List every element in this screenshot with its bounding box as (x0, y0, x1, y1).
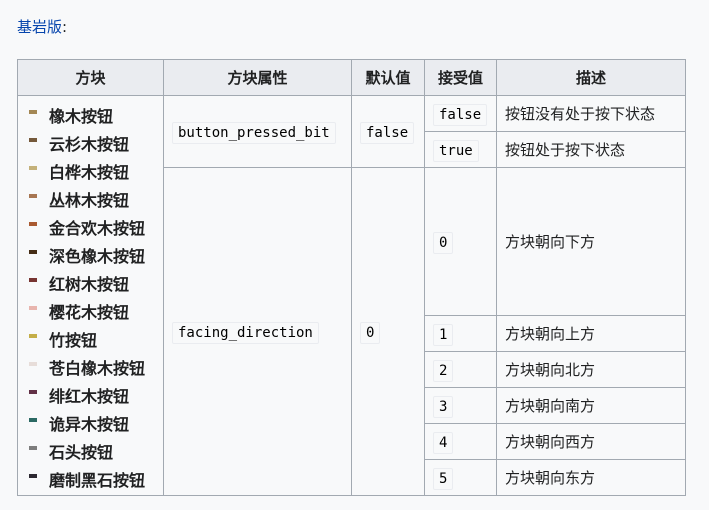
block-name: 红树木按钮 (49, 275, 130, 294)
block-name: 樱花木按钮 (49, 303, 130, 322)
list-item[interactable]: 白桦木按钮 (26, 157, 155, 185)
list-item[interactable]: 丛林木按钮 (26, 185, 155, 213)
block-name: 竹按钮 (49, 331, 98, 350)
cherry-button-icon (29, 306, 37, 310)
header-row: 方块 方块属性 默认值 接受值 描述 (17, 59, 686, 96)
birch-button-icon (29, 166, 37, 170)
default-cell: 0 (351, 167, 425, 496)
list-item[interactable]: 绯红木按钮 (26, 381, 155, 409)
description-cell: 方块朝向北方 (496, 351, 686, 388)
table-row: 橡木按钮 云杉木按钮 白桦木按钮 丛林木按钮 金合欢木按钮 深色橡木按钮 红树木… (17, 95, 686, 496)
value-cell: 2 (424, 351, 497, 388)
accepted-value: 4 (433, 431, 454, 454)
header-property: 方块属性 (163, 59, 352, 96)
block-name: 深色橡木按钮 (49, 247, 146, 266)
edition-heading: 基岩版: (17, 16, 67, 38)
description-cell: 方块朝向南方 (496, 387, 686, 424)
block-name: 白桦木按钮 (49, 163, 130, 182)
block-list-cell: 橡木按钮 云杉木按钮 白桦木按钮 丛林木按钮 金合欢木按钮 深色橡木按钮 红树木… (17, 95, 164, 496)
acacia-button-icon (29, 222, 37, 226)
accepted-value: 2 (433, 359, 454, 382)
dark-oak-button-icon (29, 250, 37, 254)
list-item[interactable]: 金合欢木按钮 (26, 213, 155, 241)
value-cell: 3 (424, 387, 497, 424)
header-description: 描述 (496, 59, 686, 96)
block-states-table: 方块 方块属性 默认值 接受值 描述 橡木按钮 云杉木按钮 白桦木按钮 丛林木按… (17, 59, 686, 496)
value-cell: 1 (424, 315, 497, 352)
block-name: 丛林木按钮 (49, 191, 130, 210)
oak-button-icon (29, 110, 37, 114)
description-cell: 方块朝向上方 (496, 315, 686, 352)
stone-button-icon (29, 446, 37, 450)
list-item[interactable]: 苍白橡木按钮 (26, 353, 155, 381)
list-item[interactable]: 红树木按钮 (26, 269, 155, 297)
block-list: 橡木按钮 云杉木按钮 白桦木按钮 丛林木按钮 金合欢木按钮 深色橡木按钮 红树木… (26, 98, 155, 493)
accepted-value: 3 (433, 395, 454, 418)
property-name: button_pressed_bit (172, 121, 336, 144)
edition-colon: : (62, 18, 68, 36)
spruce-button-icon (29, 138, 37, 142)
edition-link[interactable]: 基岩版 (17, 18, 62, 36)
default-cell: false (351, 95, 425, 168)
accepted-value: true (433, 139, 479, 162)
pale-oak-button-icon (29, 362, 37, 366)
accepted-value: false (433, 103, 488, 126)
list-item[interactable]: 樱花木按钮 (26, 297, 155, 325)
list-item[interactable]: 石头按钮 (26, 437, 155, 465)
block-name: 苍白橡木按钮 (49, 359, 146, 378)
block-name: 诡异木按钮 (49, 415, 130, 434)
value-cell: 0 (424, 167, 497, 316)
description-cell: 方块朝向东方 (496, 459, 686, 496)
value-cell: false (424, 95, 497, 132)
default-value: 0 (360, 321, 381, 344)
accepted-value: 1 (433, 323, 454, 346)
property-name: facing_direction (172, 321, 319, 344)
list-item[interactable]: 橡木按钮 (26, 101, 155, 129)
property-cell: facing_direction (163, 167, 352, 496)
block-name: 云杉木按钮 (49, 135, 130, 154)
block-name: 石头按钮 (49, 443, 114, 462)
mangrove-button-icon (29, 278, 37, 282)
accepted-value: 0 (433, 231, 454, 254)
description-cell: 按钮没有处于按下状态 (496, 95, 686, 132)
block-name: 橡木按钮 (49, 107, 114, 126)
property-cell: button_pressed_bit (163, 95, 352, 168)
header-block: 方块 (17, 59, 164, 96)
header-accepted: 接受值 (424, 59, 497, 96)
list-item[interactable]: 深色橡木按钮 (26, 241, 155, 269)
bamboo-button-icon (29, 334, 37, 338)
value-cell: 4 (424, 423, 497, 460)
description-cell: 按钮处于按下状态 (496, 131, 686, 168)
default-value: false (360, 121, 415, 144)
block-name: 金合欢木按钮 (49, 219, 146, 238)
accepted-value: 5 (433, 467, 454, 490)
value-cell: true (424, 131, 497, 168)
warped-button-icon (29, 418, 37, 422)
block-name: 磨制黑石按钮 (49, 471, 146, 490)
jungle-button-icon (29, 194, 37, 198)
value-cell: 5 (424, 459, 497, 496)
polished-blackstone-button-icon (29, 474, 37, 478)
list-item[interactable]: 诡异木按钮 (26, 409, 155, 437)
crimson-button-icon (29, 390, 37, 394)
description-cell: 方块朝向西方 (496, 423, 686, 460)
list-item[interactable]: 云杉木按钮 (26, 129, 155, 157)
block-name: 绯红木按钮 (49, 387, 130, 406)
description-cell: 方块朝向下方 (496, 167, 686, 316)
list-item[interactable]: 竹按钮 (26, 325, 155, 353)
list-item[interactable]: 磨制黑石按钮 (26, 465, 155, 493)
header-default: 默认值 (351, 59, 425, 96)
